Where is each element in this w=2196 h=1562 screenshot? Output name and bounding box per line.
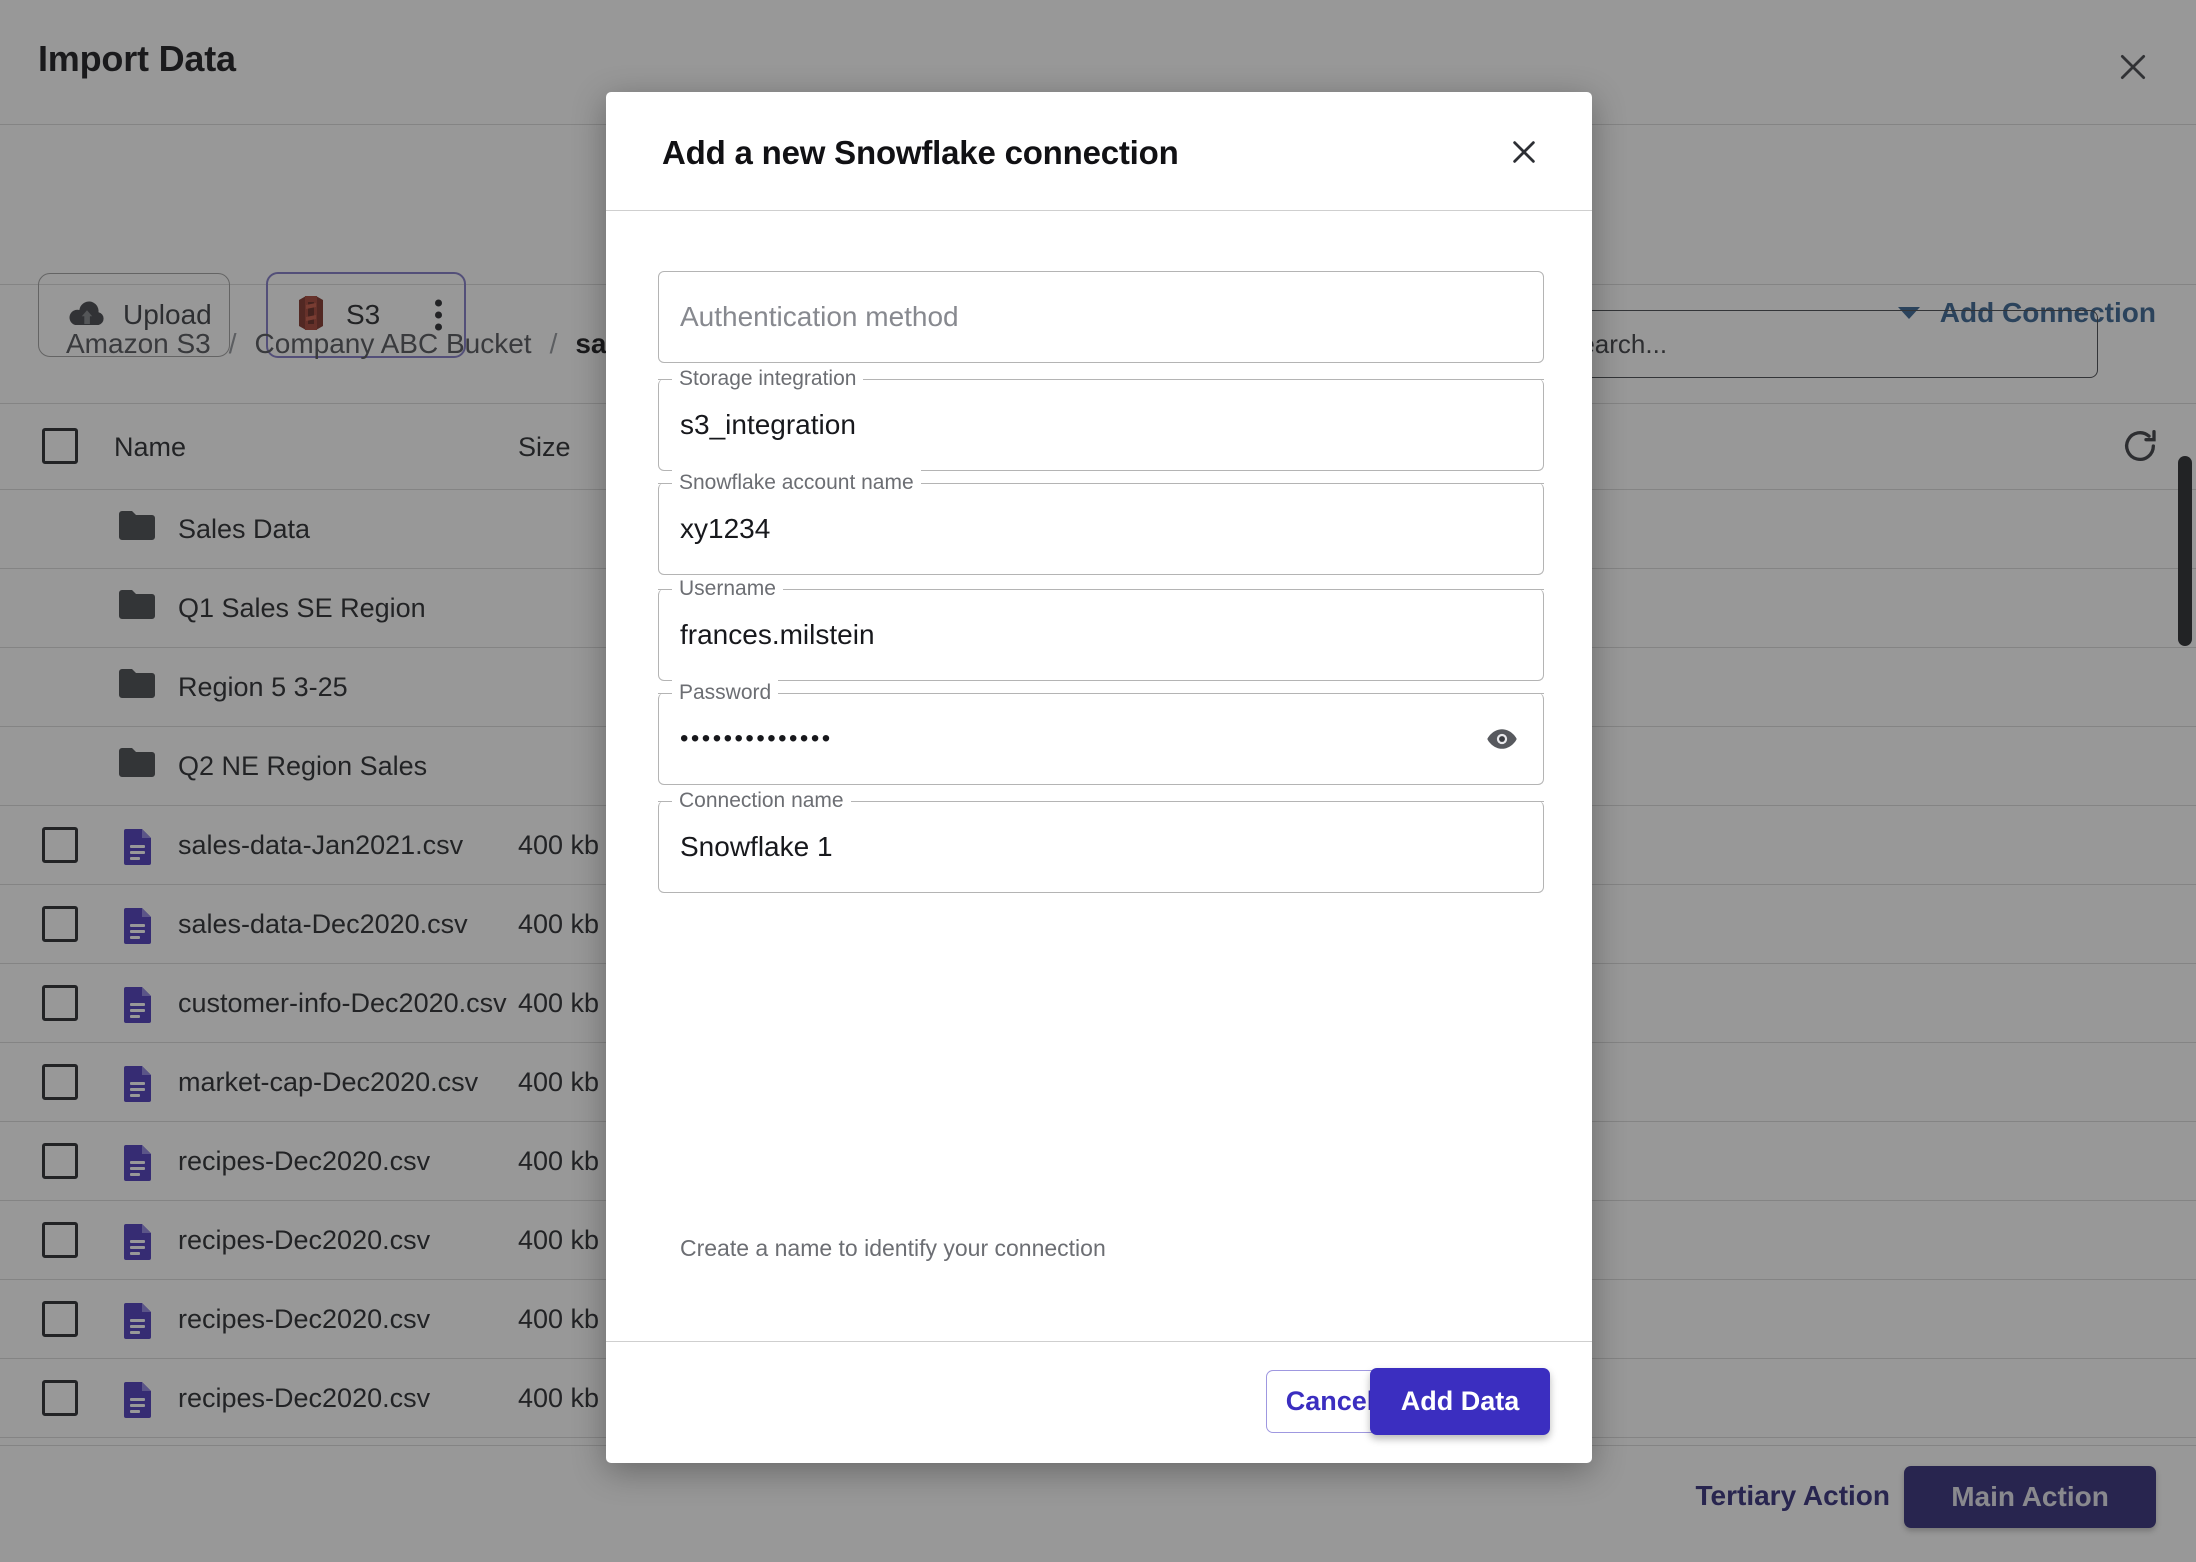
dialog-footer: Cancel Add Data [606,1341,1592,1463]
password-field[interactable]: Password •••••••••••••• [658,680,1544,785]
field-label: Connection name [672,788,851,814]
add-snowflake-connection-dialog: Add a new Snowflake connection Authentic… [606,92,1592,1463]
dialog-header: Add a new Snowflake connection [606,92,1592,211]
snowflake-account-name-field[interactable]: Snowflake account name xy1234 [658,470,1544,575]
field-placeholder: Authentication method [680,301,959,332]
close-icon[interactable] [1502,130,1546,174]
eye-icon[interactable] [1480,721,1524,757]
storage-integration-field[interactable]: Storage integration s3_integration [658,366,1544,471]
field-value: s3_integration [680,409,856,440]
dialog-title: Add a new Snowflake connection [662,134,1179,171]
import-data-screen: Import Data Upload S3 Add Connection Ama… [0,0,2196,1562]
field-label: Username [672,576,783,602]
field-label: Storage integration [672,366,864,392]
field-value: Snowflake 1 [680,831,833,862]
dialog-body: Authentication method Storage integration… [606,211,1592,1341]
field-label: Snowflake account name [672,470,921,496]
field-value: •••••••••••••• [680,725,833,752]
add-data-button[interactable]: Add Data [1370,1368,1550,1435]
field-value: xy1234 [680,513,771,544]
authentication-method-field[interactable]: Authentication method [658,271,1544,363]
field-value: frances.milstein [680,619,875,650]
connection-name-helper-text: Create a name to identify your connectio… [680,1235,1106,1261]
connection-name-field[interactable]: Connection name Snowflake 1 [658,788,1544,893]
field-label: Password [672,680,779,706]
username-field[interactable]: Username frances.milstein [658,576,1544,681]
